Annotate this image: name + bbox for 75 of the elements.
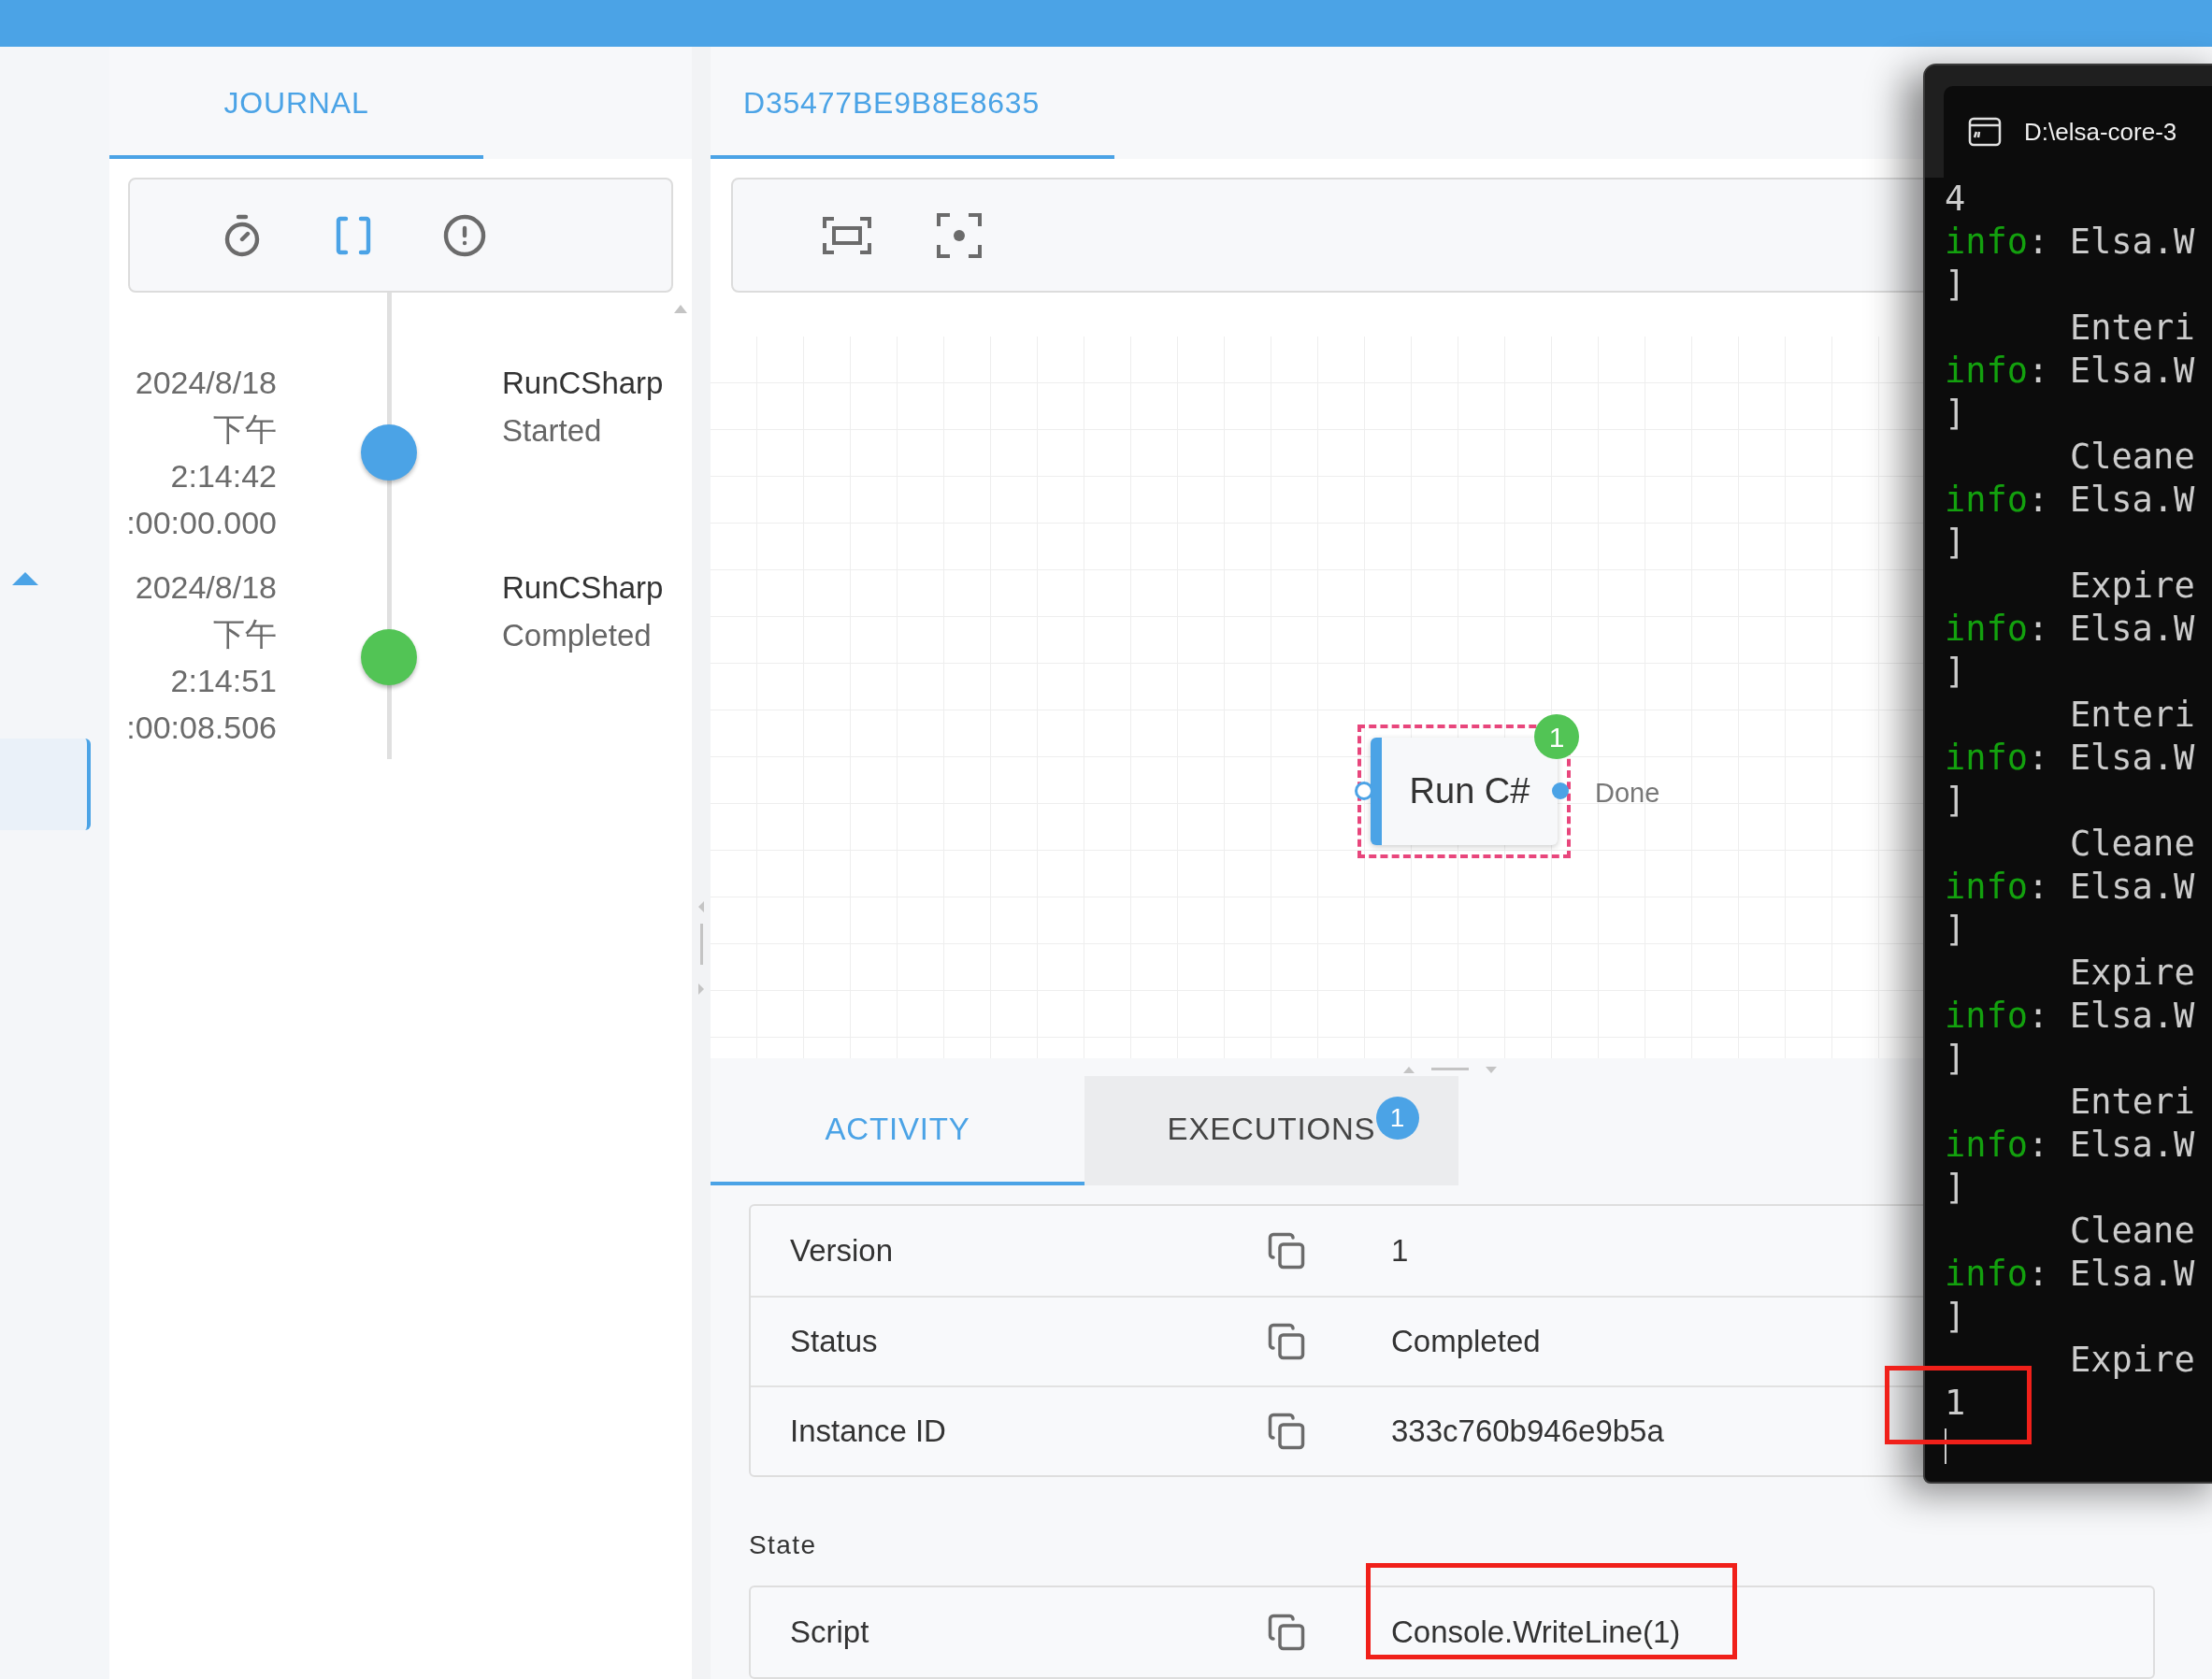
terminal-line: : Elsa.W bbox=[2028, 866, 2195, 909]
property-label: Status bbox=[789, 1323, 879, 1361]
center-focus-icon[interactable] bbox=[937, 212, 982, 258]
terminal-tab[interactable]: D:\elsa-core-3 bbox=[1944, 86, 2212, 178]
entry-period: 下午 bbox=[213, 410, 277, 449]
terminal-line: : Elsa.W bbox=[2028, 737, 2195, 780]
section-title: State bbox=[749, 1529, 818, 1561]
log-level: info bbox=[1945, 1124, 2029, 1167]
count-badge: 1 bbox=[1376, 1097, 1419, 1140]
copy-icon[interactable] bbox=[1267, 1322, 1306, 1361]
node-title: Run C# bbox=[1409, 770, 1530, 812]
terminal-line: Expire bbox=[2070, 953, 2195, 993]
terminal-line: Cleane bbox=[2070, 437, 2195, 477]
log-level: info bbox=[1945, 608, 2029, 651]
terminal-line: : Elsa.W bbox=[2028, 608, 2195, 651]
property-label: Instance ID bbox=[789, 1413, 947, 1451]
entry-time: 2:14:42 bbox=[170, 457, 277, 495]
terminal-line: Enteri bbox=[2070, 308, 2195, 348]
terminal-title: D:\elsa-core-3 bbox=[2024, 116, 2177, 148]
property-value: Completed bbox=[1391, 1323, 1541, 1361]
outcome-label: Done bbox=[1595, 777, 1660, 810]
log-level: info bbox=[1945, 221, 2029, 264]
terminal-line: : Elsa.W bbox=[2028, 1124, 2195, 1167]
terminal-line: : Elsa.W bbox=[2028, 350, 2195, 393]
entry-elapsed: :00:00.000 bbox=[126, 504, 277, 542]
log-level: info bbox=[1945, 350, 2029, 393]
terminal-line: ] bbox=[1945, 1168, 1966, 1208]
terminal-line: Cleane bbox=[2070, 1211, 2195, 1251]
terminal-line: ] bbox=[1945, 781, 1966, 821]
terminal-line: : Elsa.W bbox=[2028, 995, 2195, 1038]
terminal-line: ] bbox=[1945, 1039, 1966, 1079]
log-level: info bbox=[1945, 995, 2029, 1038]
entry-activity: RunCSharp bbox=[502, 365, 664, 402]
terminal-line: : Elsa.W bbox=[2028, 1253, 2195, 1296]
terminal-icon bbox=[1968, 117, 2002, 147]
copy-icon[interactable] bbox=[1267, 1231, 1306, 1270]
log-level: info bbox=[1945, 737, 2029, 780]
property-value: Console.WriteLine(1) bbox=[1391, 1614, 1681, 1652]
entry-date: 2024/8/18 bbox=[135, 568, 277, 607]
entry-activity: RunCSharp bbox=[502, 569, 664, 607]
log-level: info bbox=[1945, 479, 2029, 522]
terminal-line: Expire bbox=[2070, 566, 2195, 606]
terminal-line: ] bbox=[1945, 652, 1966, 692]
terminal-line: Enteri bbox=[2070, 695, 2195, 735]
terminal-line: ] bbox=[1945, 910, 1966, 950]
log-level: info bbox=[1945, 866, 2029, 909]
log-level: info bbox=[1945, 1253, 2029, 1296]
property-label: Version bbox=[789, 1232, 895, 1270]
entry-elapsed: :00:08.506 bbox=[126, 709, 277, 747]
entry-time: 2:14:51 bbox=[170, 662, 277, 700]
text-cursor bbox=[1945, 1428, 1946, 1464]
property-value: 1 bbox=[1391, 1232, 1409, 1270]
property-label: Script bbox=[789, 1614, 870, 1652]
terminal-line: Enteri bbox=[2070, 1082, 2195, 1122]
terminal-line: Expire bbox=[2070, 1340, 2195, 1380]
copy-icon[interactable] bbox=[1267, 1613, 1306, 1652]
fit-screen-icon[interactable] bbox=[823, 216, 871, 254]
terminal-line: Cleane bbox=[2070, 824, 2195, 864]
entry-period: 下午 bbox=[213, 615, 277, 653]
alert-icon[interactable] bbox=[442, 212, 487, 258]
entry-event: Completed bbox=[502, 617, 652, 654]
property-value: 333c760b946e9b5a bbox=[1391, 1413, 1664, 1451]
terminal-line: 1 bbox=[1945, 1383, 1966, 1423]
terminal-line: ] bbox=[1945, 394, 1966, 434]
terminal-line: ] bbox=[1945, 523, 1966, 563]
terminal-line: ] bbox=[1945, 265, 1966, 305]
terminal-line: : Elsa.W bbox=[2028, 479, 2195, 522]
copy-icon[interactable] bbox=[1267, 1412, 1306, 1451]
panel-tab[interactable]: EXECUTIONS 1 bbox=[1084, 1076, 1458, 1185]
entry-date: 2024/8/18 bbox=[135, 364, 277, 402]
splitter-handle-icon[interactable] bbox=[697, 901, 706, 995]
terminal-line: ] bbox=[1945, 1297, 1966, 1337]
terminal-line: 4 bbox=[1945, 179, 1966, 219]
entry-event: Started bbox=[502, 412, 602, 450]
terminal-line: : Elsa.W bbox=[2028, 221, 2195, 264]
